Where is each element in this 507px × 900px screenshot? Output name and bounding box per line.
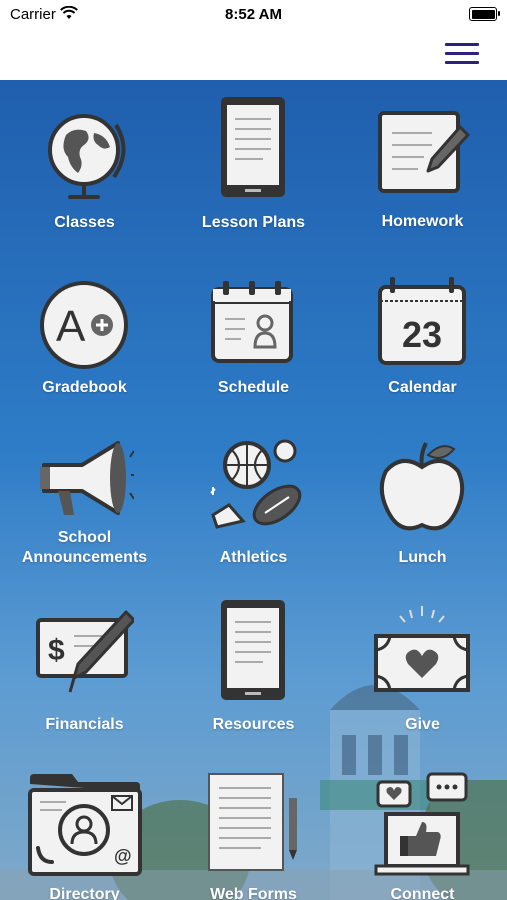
check-pen-icon: $ [36, 610, 134, 693]
tile-homework[interactable]: Homework [338, 105, 507, 265]
tile-web-forms[interactable]: Web Forms [169, 770, 338, 900]
grade-a-plus-icon: A [40, 281, 128, 369]
tile-lunch[interactable]: Lunch [338, 435, 507, 575]
sports-balls-icon [210, 439, 302, 529]
donation-heart-icon [374, 606, 470, 692]
apple-icon [379, 442, 465, 531]
tile-label: Give [405, 716, 440, 733]
tile-athletics[interactable]: Athletics [169, 435, 338, 575]
tile-label: Homework [381, 213, 464, 230]
directory-folder-icon: @ [28, 774, 142, 876]
tile-gradebook[interactable]: A Gradebook [0, 275, 169, 405]
tile-label: Athletics [219, 549, 288, 566]
notepad-pencil-icon [378, 111, 470, 193]
tile-resources[interactable]: Resources [169, 598, 338, 742]
tile-calendar[interactable]: 23 Calendar [338, 275, 507, 405]
tablet-icon [221, 600, 285, 700]
hamburger-menu-button[interactable] [445, 39, 479, 67]
status-bar: Carrier 8:52 AM [0, 0, 507, 30]
tile-school-announcements[interactable]: School Announcements [0, 435, 169, 575]
schedule-icon [211, 281, 293, 363]
tile-connect[interactable]: Connect [338, 770, 507, 900]
social-laptop-icon [374, 772, 470, 876]
tile-label: Calendar [388, 379, 457, 396]
tile-label: Lunch [398, 549, 447, 566]
tile-label: School Announcements [21, 529, 148, 566]
tile-label: Financials [45, 716, 124, 733]
tile-label: Schedule [217, 379, 290, 396]
tile-schedule[interactable]: Schedule [169, 275, 338, 405]
svg-text:A: A [56, 302, 86, 351]
svg-text:$: $ [48, 634, 65, 667]
nav-bar [0, 30, 507, 80]
tile-label: Classes [54, 214, 115, 231]
document-pencil-icon [208, 773, 297, 871]
tile-label: Resources [212, 716, 295, 733]
battery-icon [469, 7, 500, 21]
tile-label: Gradebook [42, 379, 127, 396]
tile-label: Connect [390, 886, 455, 900]
tile-financials[interactable]: $ Financials [0, 602, 169, 742]
tile-classes[interactable]: Classes [0, 105, 169, 265]
calendar-day-number: 23 [402, 314, 442, 355]
megaphone-icon [40, 441, 134, 515]
tile-give[interactable]: Give [338, 602, 507, 742]
tile-lesson-plans[interactable]: Lesson Plans [169, 95, 338, 265]
tile-label: Directory [49, 886, 120, 900]
tile-directory[interactable]: @ Directory [0, 770, 169, 900]
calendar-icon: 23 [378, 277, 466, 365]
home-grid: Classes Lesson Plans Homework A Gradeboo… [0, 80, 507, 900]
svg-text:@: @ [114, 846, 132, 866]
tile-label: Lesson Plans [201, 214, 306, 231]
tile-label: Web Forms [210, 886, 297, 900]
status-time: 8:52 AM [225, 6, 282, 23]
tablet-icon [221, 97, 285, 197]
globe-icon [48, 114, 126, 199]
